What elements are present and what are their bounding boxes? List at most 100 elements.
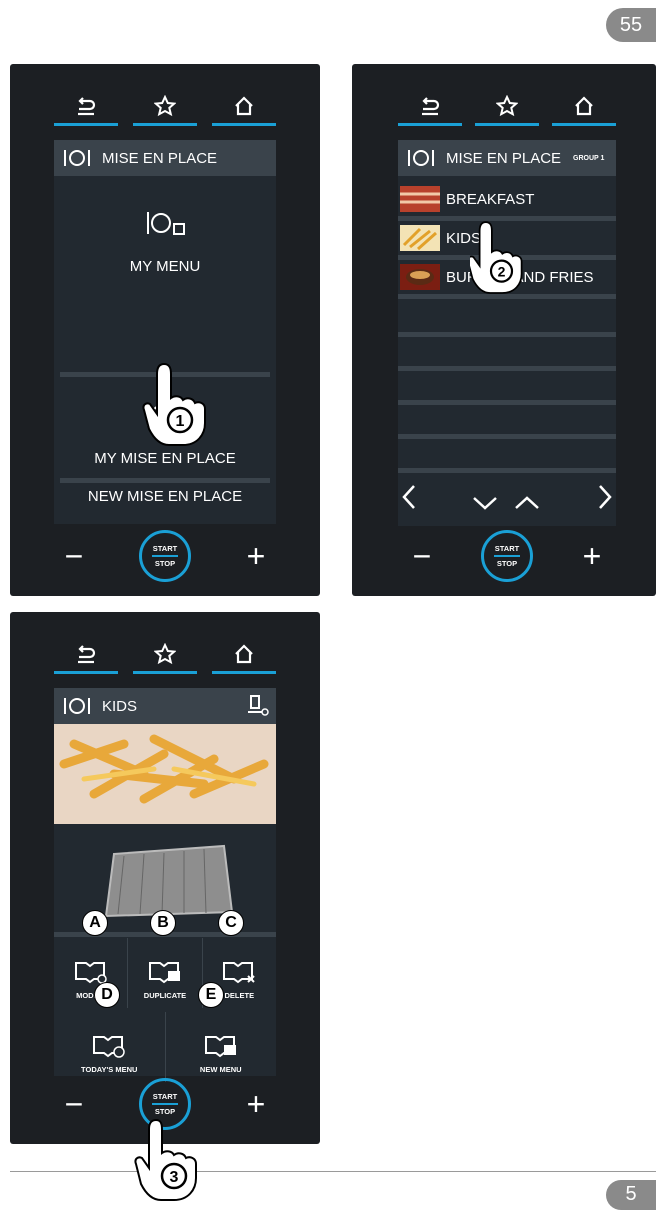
action-label: TODAY'S MENU	[81, 1065, 138, 1074]
book-eye-icon	[74, 962, 107, 984]
page-number-bottom: 5	[606, 1180, 656, 1210]
menu-item-label: MY MENU	[129, 257, 201, 275]
plate-icon	[64, 150, 90, 166]
badge-d: D	[94, 982, 120, 1008]
page-left-icon[interactable]	[402, 484, 416, 510]
start-label: START	[494, 544, 520, 553]
settings-icon[interactable]	[246, 694, 270, 718]
action-label: DELETE	[224, 991, 255, 1000]
scroll-up-icon[interactable]	[514, 496, 540, 510]
step-number: 2	[498, 263, 506, 279]
back-button[interactable]	[54, 634, 118, 674]
favorites-button[interactable]	[475, 86, 539, 126]
plate-icon	[408, 150, 434, 166]
plus-button[interactable]: +	[236, 528, 276, 584]
footer-rule	[10, 1171, 656, 1172]
list-item[interactable]: BREAKFAST	[398, 182, 616, 221]
scroll-down-icon[interactable]	[472, 496, 498, 510]
home-icon	[575, 96, 593, 116]
minus-icon: −	[412, 538, 432, 574]
minus-button[interactable]: −	[402, 528, 442, 584]
badge-a: A	[82, 910, 108, 936]
minus-button[interactable]: −	[54, 1076, 94, 1132]
star-icon	[154, 643, 176, 665]
screen: MISE EN PLACE MY MENU MY MISE EN PLACE N…	[54, 140, 276, 524]
title-text: MISE EN PLACE	[102, 149, 218, 167]
home-button[interactable]	[212, 86, 276, 126]
book-clock-icon	[93, 1036, 125, 1058]
back-button[interactable]	[398, 86, 462, 126]
nav-bar	[54, 634, 276, 674]
my-menu-icon	[147, 211, 185, 235]
action-label: NEW MENU	[199, 1065, 242, 1074]
bottom-bar: − START STOP +	[54, 528, 276, 584]
screen: KIDS MODIFY DUPLICATE DELETE TODAY'S MEN…	[54, 688, 276, 1082]
book-duplicate-icon	[148, 962, 180, 984]
title-bar: MISE EN PLACE	[54, 140, 276, 176]
divider	[398, 332, 616, 337]
star-icon	[496, 95, 518, 117]
screen: MISE EN PLACE GROUP 1 BREAKFAST KIDS BUR…	[398, 140, 616, 526]
plus-icon: +	[582, 538, 602, 574]
back-button[interactable]	[54, 86, 118, 126]
home-icon	[235, 96, 253, 116]
divider	[398, 400, 616, 405]
menu-item-label: NEW MISE EN PLACE	[87, 488, 243, 505]
back-icon	[78, 97, 96, 116]
start-stop-button[interactable]: START STOP	[481, 530, 533, 582]
page-number-top: 55	[606, 8, 656, 42]
bottom-bar: − START STOP +	[402, 528, 612, 584]
action-row-1: MODIFY DUPLICATE DELETE	[54, 938, 276, 1008]
step-number: 1	[176, 413, 185, 430]
fries-photo	[54, 724, 276, 824]
menu-item-label: MY MISE EN PLACE	[94, 449, 236, 467]
plate-icon	[64, 698, 90, 714]
stop-label: STOP	[154, 559, 176, 568]
home-icon	[235, 644, 253, 664]
badge-b: B	[150, 910, 176, 936]
home-button[interactable]	[212, 634, 276, 674]
bacon-thumbnail	[400, 186, 440, 212]
action-label: DUPLICATE	[143, 991, 187, 1000]
minus-icon: −	[64, 1086, 84, 1122]
title-text: KIDS	[102, 697, 138, 715]
list-item-label: BREAKFAST	[446, 190, 535, 208]
divider	[398, 468, 616, 473]
fries-thumbnail	[400, 225, 440, 251]
star-icon	[154, 95, 176, 117]
minus-icon: −	[64, 538, 84, 574]
todays-menu-button[interactable]: TODAY'S MENU	[54, 1012, 166, 1082]
plus-button[interactable]: +	[572, 528, 612, 584]
pointing-hand-icon: 3	[134, 1118, 197, 1201]
device-panel-1: MISE EN PLACE MY MENU MY MISE EN PLACE N…	[10, 64, 320, 596]
menu-item-my-menu[interactable]: MY MENU	[54, 176, 276, 304]
nav-bar	[398, 86, 616, 126]
page-right-icon[interactable]	[598, 484, 612, 510]
stop-label: STOP	[154, 1107, 176, 1116]
pointing-hand-icon: 1	[142, 362, 206, 446]
burger-thumbnail	[400, 264, 440, 290]
device-panel-2: MISE EN PLACE GROUP 1 BREAKFAST KIDS BUR…	[352, 64, 656, 596]
action-row-2: TODAY'S MENU NEW MENU	[54, 1012, 276, 1082]
step-number: 3	[170, 1169, 179, 1186]
nav-bar	[54, 86, 276, 126]
divider	[60, 478, 270, 483]
divider	[398, 434, 616, 439]
start-stop-button[interactable]: START STOP	[139, 530, 191, 582]
home-button[interactable]	[552, 86, 616, 126]
new-menu-button[interactable]: NEW MENU	[166, 1012, 277, 1082]
plus-button[interactable]: +	[236, 1076, 276, 1132]
favorites-button[interactable]	[133, 86, 197, 126]
minus-button[interactable]: −	[54, 528, 94, 584]
favorites-button[interactable]	[133, 634, 197, 674]
duplicate-button[interactable]: DUPLICATE	[128, 938, 203, 1008]
title-bar: MISE EN PLACE GROUP 1	[398, 140, 616, 176]
start-label: START	[152, 1092, 178, 1101]
menu-item-new-mise-en-place[interactable]: NEW MISE EN PLACE	[54, 486, 276, 524]
plus-icon: +	[246, 1086, 266, 1122]
start-label: START	[152, 544, 178, 553]
stop-label: STOP	[496, 559, 518, 568]
title-bar: KIDS	[54, 688, 276, 724]
title-text: MISE EN PLACE	[446, 149, 562, 167]
book-new-icon	[204, 1036, 236, 1058]
